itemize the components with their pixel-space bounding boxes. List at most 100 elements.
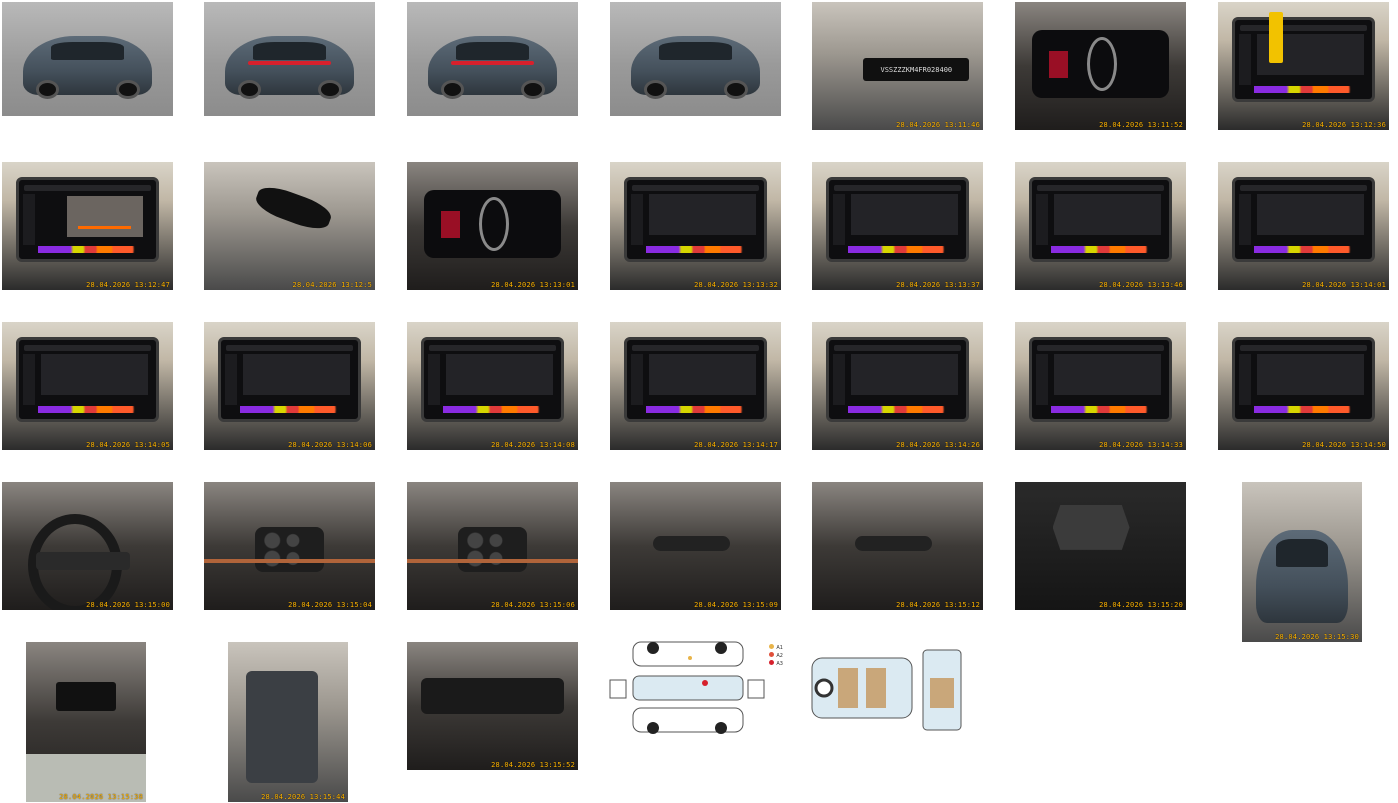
- vin-text: VSSZZZKM4FR028400: [880, 65, 953, 74]
- screen-app-icons: [1050, 246, 1156, 253]
- infotainment-screen: [420, 337, 565, 422]
- screen-side-menu: [630, 354, 644, 405]
- photo-timestamp: 28.04.2026 13:14:26: [896, 441, 980, 449]
- screen-settings-panel: [850, 354, 959, 396]
- photo-timestamp: 28.04.2026 13:13:32: [694, 281, 778, 289]
- photo-thumbnail[interactable]: VSSZZZKM4FR028400 28.04.2026 13:11:46: [812, 2, 983, 130]
- open-door: [246, 670, 318, 783]
- photo-thumbnail[interactable]: 28.04.2026 13:11:52: [1015, 2, 1186, 130]
- photo-thumbnail[interactable]: 28.04.2026 13:15:52: [407, 642, 578, 770]
- screen-status-bar: [1240, 25, 1367, 32]
- light-switch-panel: [1052, 505, 1130, 550]
- speed-gauge: [1086, 36, 1117, 92]
- screen-side-menu: [22, 354, 36, 405]
- steering-buttons: [255, 526, 324, 572]
- photo-thumbnail[interactable]: 28.04.2026 13:12:5: [204, 162, 375, 290]
- screen-side-menu: [1238, 354, 1252, 405]
- car-image: [224, 36, 355, 100]
- screen-app-icons: [1253, 406, 1359, 413]
- photo-thumbnail[interactable]: 28.04.2026 13:15:30: [1242, 482, 1362, 642]
- photo-timestamp: 28.04.2026 13:15:04: [288, 601, 372, 609]
- photo-timestamp: 28.04.2026 13:15:06: [491, 601, 575, 609]
- photo-thumbnail[interactable]: 28.04.2026 13:13:46: [1015, 162, 1186, 290]
- photo-thumbnail[interactable]: 28.04.2026 13:13:32: [610, 162, 781, 290]
- damage-diagram-svg: [609, 641, 765, 734]
- screen-side-menu: [1238, 34, 1252, 85]
- photo-thumbnail[interactable]: [610, 2, 781, 116]
- taillight: [450, 61, 535, 65]
- photo-timestamp: 28.04.2026 13:14:06: [288, 441, 372, 449]
- screen-app-icons: [847, 246, 953, 253]
- photo-thumbnail[interactable]: 28.04.2026 13:12:47: [2, 162, 173, 290]
- photo-thumbnail[interactable]: 28.04.2026 13:12:36: [1218, 2, 1389, 130]
- screen-settings-panel: [1256, 194, 1365, 236]
- legend-item: A3: [769, 660, 783, 668]
- infotainment-screen: [623, 337, 768, 422]
- photo-thumbnail[interactable]: 28.04.2026 13:15:20: [1015, 482, 1186, 610]
- screen-side-menu: [1035, 194, 1049, 245]
- screen-status-bar: [226, 345, 353, 352]
- photo-thumbnail[interactable]: 28.04.2026 13:15:12: [812, 482, 983, 610]
- photo-thumbnail[interactable]: A1 A2 A3: [605, 638, 785, 738]
- photo-thumbnail[interactable]: 28.04.2026 13:14:08: [407, 322, 578, 450]
- screen-side-menu: [22, 194, 36, 245]
- screen-app-icons: [37, 246, 143, 253]
- photo-thumbnail[interactable]: 28.04.2026 13:15:00: [2, 482, 173, 610]
- car-image: [22, 36, 153, 100]
- photo-timestamp: 28.04.2026 13:15:30: [1275, 633, 1359, 641]
- photo-timestamp: 28.04.2026 13:15:09: [694, 601, 778, 609]
- cluster-car-graphic: [440, 210, 460, 238]
- photo-timestamp: 28.04.2026 13:15:38: [59, 793, 143, 801]
- screen-settings-panel: [242, 354, 351, 396]
- screen-app-icons: [239, 406, 345, 413]
- photo-thumbnail[interactable]: [2, 2, 173, 116]
- legend-dot: [769, 652, 775, 657]
- screen-app-icons: [1050, 406, 1156, 413]
- instrument-cluster: [1032, 30, 1169, 98]
- screen-settings-panel: [40, 354, 149, 396]
- photo-thumbnail[interactable]: [407, 2, 578, 116]
- photo-thumbnail[interactable]: 28.04.2026 13:15:04: [204, 482, 375, 610]
- rear-air-vents: [56, 682, 116, 711]
- screen-status-bar: [1240, 185, 1367, 192]
- photo-thumbnail[interactable]: 28.04.2026 13:15:09: [610, 482, 781, 610]
- screen-settings-panel: [1256, 354, 1365, 396]
- photo-thumbnail[interactable]: 28.04.2026 13:14:33: [1015, 322, 1186, 450]
- photo-thumbnail[interactable]: [808, 638, 968, 738]
- screen-settings-panel: [850, 194, 959, 236]
- photo-timestamp: 28.04.2026 13:15:12: [896, 601, 980, 609]
- photo-thumbnail[interactable]: 28.04.2026 13:15:38: [26, 642, 146, 802]
- screen-status-bar: [24, 345, 151, 352]
- screen-settings-panel: [648, 354, 757, 396]
- photo-timestamp: 28.04.2026 13:14:50: [1302, 441, 1386, 449]
- photo-thumbnail[interactable]: 28.04.2026 13:13:37: [812, 162, 983, 290]
- photo-timestamp: 28.04.2026 13:14:05: [86, 441, 170, 449]
- photo-timestamp: 28.04.2026 13:14:01: [1302, 281, 1386, 289]
- photo-thumbnail[interactable]: 28.04.2026 13:13:01: [407, 162, 578, 290]
- screen-app-icons: [442, 406, 548, 413]
- screen-app-icons: [645, 406, 751, 413]
- infotainment-screen: [1028, 177, 1173, 262]
- screen-status-bar: [834, 345, 961, 352]
- steering-spoke: [36, 552, 131, 571]
- photo-thumbnail[interactable]: 28.04.2026 13:14:01: [1218, 162, 1389, 290]
- legend-dot: [769, 660, 775, 665]
- rear-camera-view: [66, 196, 143, 237]
- screen-side-menu: [832, 194, 846, 245]
- photo-thumbnail[interactable]: 28.04.2026 13:15:44: [228, 642, 348, 802]
- photo-thumbnail[interactable]: 28.04.2026 13:14:26: [812, 322, 983, 450]
- photo-timestamp: 28.04.2026 13:15:20: [1099, 601, 1183, 609]
- photo-thumbnail[interactable]: 28.04.2026 13:14:06: [204, 322, 375, 450]
- copper-trim: [407, 558, 578, 563]
- taillight: [247, 61, 332, 65]
- photo-timestamp: 28.04.2026 13:12:5: [292, 281, 372, 289]
- photo-timestamp: 28.04.2026 13:15:44: [261, 793, 345, 801]
- photo-thumbnail[interactable]: 28.04.2026 13:14:05: [2, 322, 173, 450]
- photo-thumbnail[interactable]: 28.04.2026 13:15:06: [407, 482, 578, 610]
- photo-thumbnail[interactable]: 28.04.2026 13:14:17: [610, 322, 781, 450]
- wheel: [35, 80, 59, 100]
- photo-thumbnail[interactable]: [204, 2, 375, 116]
- legend-item: A2: [769, 652, 783, 660]
- photo-thumbnail[interactable]: 28.04.2026 13:14:50: [1218, 322, 1389, 450]
- infotainment-screen: [825, 177, 970, 262]
